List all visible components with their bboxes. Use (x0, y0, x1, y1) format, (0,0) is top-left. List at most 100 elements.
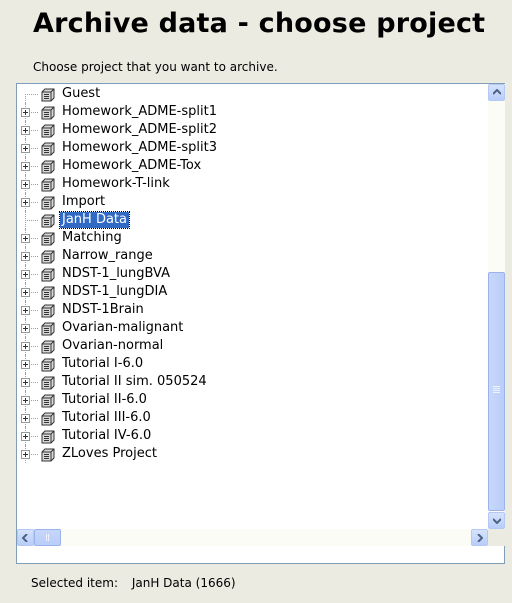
tree-item-label[interactable]: Ovarian-normal (60, 338, 165, 354)
tree-item-label[interactable]: Guest (60, 86, 102, 102)
tree-item-label[interactable]: Tutorial II sim. 050524 (60, 374, 209, 390)
database-icon (41, 231, 56, 246)
horizontal-scroll-thumb[interactable] (34, 529, 61, 546)
database-icon (41, 285, 56, 300)
tree-item[interactable]: Homework_ADME-split1 (17, 103, 488, 121)
status-label: Selected item: (31, 576, 118, 590)
page-subtitle: Choose project that you want to archive. (33, 60, 278, 74)
tree-connector-line (25, 220, 38, 221)
tree-item[interactable]: NDST-1_lungBVA (17, 265, 488, 283)
arrow-down-icon (493, 518, 501, 524)
horizontal-scrollbar[interactable] (17, 529, 488, 546)
tree-item[interactable]: Tutorial III-6.0 (17, 409, 488, 427)
database-icon (41, 177, 56, 192)
tree-item-label[interactable]: ZLoves Project (60, 446, 159, 462)
database-icon (41, 213, 56, 228)
project-tree-panel: Guest Homework_ADME-split1 Homework_ADME-s… (16, 83, 505, 564)
tree-item[interactable]: Tutorial II sim. 050524 (17, 373, 488, 391)
database-icon (41, 159, 56, 174)
tree-item-label[interactable]: Homework-T-link (60, 176, 172, 192)
tree-item[interactable]: Ovarian-normal (17, 337, 488, 355)
expand-plus-icon[interactable] (21, 324, 30, 333)
tree-item[interactable]: Import (17, 193, 488, 211)
tree-item-label[interactable]: Homework_ADME-split1 (60, 104, 219, 120)
tree-item-label[interactable]: Tutorial IV-6.0 (60, 428, 153, 444)
tree-item-label[interactable]: Tutorial III-6.0 (60, 410, 153, 426)
tree-item-label[interactable]: NDST-1_lungDIA (60, 284, 169, 300)
tree-item-label[interactable]: Homework_ADME-split3 (60, 140, 219, 156)
tree-item[interactable]: Narrow_range (17, 247, 488, 265)
expand-plus-icon[interactable] (21, 450, 30, 459)
tree-item-label[interactable]: Tutorial II-6.0 (60, 392, 149, 408)
database-icon (41, 375, 56, 390)
database-icon (41, 249, 56, 264)
status-bar: Selected item: JanH Data (1666) (31, 576, 236, 590)
tree-item[interactable]: Matching (17, 229, 488, 247)
project-tree[interactable]: Guest Homework_ADME-split1 Homework_ADME-s… (17, 84, 488, 529)
tree-item[interactable]: NDST-1Brain (17, 301, 488, 319)
arrow-right-icon (477, 534, 483, 542)
expand-plus-icon[interactable] (21, 306, 30, 315)
expand-plus-icon[interactable] (21, 144, 30, 153)
database-icon (41, 447, 56, 462)
tree-item[interactable]: Tutorial I-6.0 (17, 355, 488, 373)
database-icon (41, 411, 56, 426)
scroll-left-button[interactable] (17, 529, 34, 546)
tree-item-label[interactable]: Ovarian-malignant (60, 320, 185, 336)
database-icon (41, 303, 56, 318)
database-icon (41, 357, 56, 372)
tree-item[interactable]: Homework_ADME-split2 (17, 121, 488, 139)
tree-item-label[interactable]: NDST-1_lungBVA (60, 266, 172, 282)
tree-item[interactable]: NDST-1_lungDIA (17, 283, 488, 301)
expand-plus-icon[interactable] (21, 288, 30, 297)
expand-plus-icon[interactable] (21, 234, 30, 243)
tree-item[interactable]: Guest (17, 85, 488, 103)
expand-plus-icon[interactable] (21, 162, 30, 171)
tree-item[interactable]: Homework_ADME-Tox (17, 157, 488, 175)
tree-item-label[interactable]: NDST-1Brain (60, 302, 146, 318)
page-title: Archive data - choose project (33, 8, 486, 39)
expand-plus-icon[interactable] (21, 414, 30, 423)
tree-item[interactable]: Homework_ADME-split3 (17, 139, 488, 157)
expand-plus-icon[interactable] (21, 270, 30, 279)
expand-plus-icon[interactable] (21, 252, 30, 261)
selected-item-value: JanH Data (1666) (131, 576, 236, 590)
tree-item[interactable]: JanH Data (17, 211, 488, 229)
expand-plus-icon[interactable] (21, 396, 30, 405)
tree-item-label[interactable]: JanH Data (59, 211, 130, 229)
tree-item-label[interactable]: Narrow_range (60, 248, 155, 264)
expand-plus-icon[interactable] (21, 342, 30, 351)
tree-item-label[interactable]: Import (60, 194, 107, 210)
tree-item-label[interactable]: Matching (60, 230, 124, 246)
expand-plus-icon[interactable] (21, 108, 30, 117)
scroll-right-button[interactable] (471, 529, 488, 546)
tree-item[interactable]: Ovarian-malignant (17, 319, 488, 337)
expand-plus-icon[interactable] (21, 360, 30, 369)
scrollbar-corner (488, 529, 505, 546)
expand-plus-icon[interactable] (21, 198, 30, 207)
tree-connector-line (25, 94, 38, 95)
tree-item-label[interactable]: Homework_ADME-split2 (60, 122, 219, 138)
vertical-scrollbar[interactable] (488, 84, 505, 529)
arrow-left-icon (22, 534, 28, 542)
database-icon (41, 195, 56, 210)
expand-plus-icon[interactable] (21, 126, 30, 135)
database-icon (41, 429, 56, 444)
expand-plus-icon[interactable] (21, 378, 30, 387)
tree-item[interactable]: Tutorial IV-6.0 (17, 427, 488, 445)
database-icon (41, 393, 56, 408)
scroll-down-button[interactable] (488, 512, 505, 529)
tree-item[interactable]: Homework-T-link (17, 175, 488, 193)
tree-item[interactable]: Tutorial II-6.0 (17, 391, 488, 409)
expand-plus-icon[interactable] (21, 432, 30, 441)
database-icon (41, 267, 56, 282)
tree-item[interactable]: ZLoves Project (17, 445, 488, 463)
arrow-up-icon (493, 89, 501, 95)
tree-item-label[interactable]: Tutorial I-6.0 (60, 356, 145, 372)
vertical-scroll-thumb[interactable] (488, 272, 505, 511)
expand-plus-icon[interactable] (21, 180, 30, 189)
database-icon (41, 141, 56, 156)
database-icon (41, 105, 56, 120)
tree-item-label[interactable]: Homework_ADME-Tox (60, 158, 203, 174)
scroll-up-button[interactable] (488, 84, 505, 101)
